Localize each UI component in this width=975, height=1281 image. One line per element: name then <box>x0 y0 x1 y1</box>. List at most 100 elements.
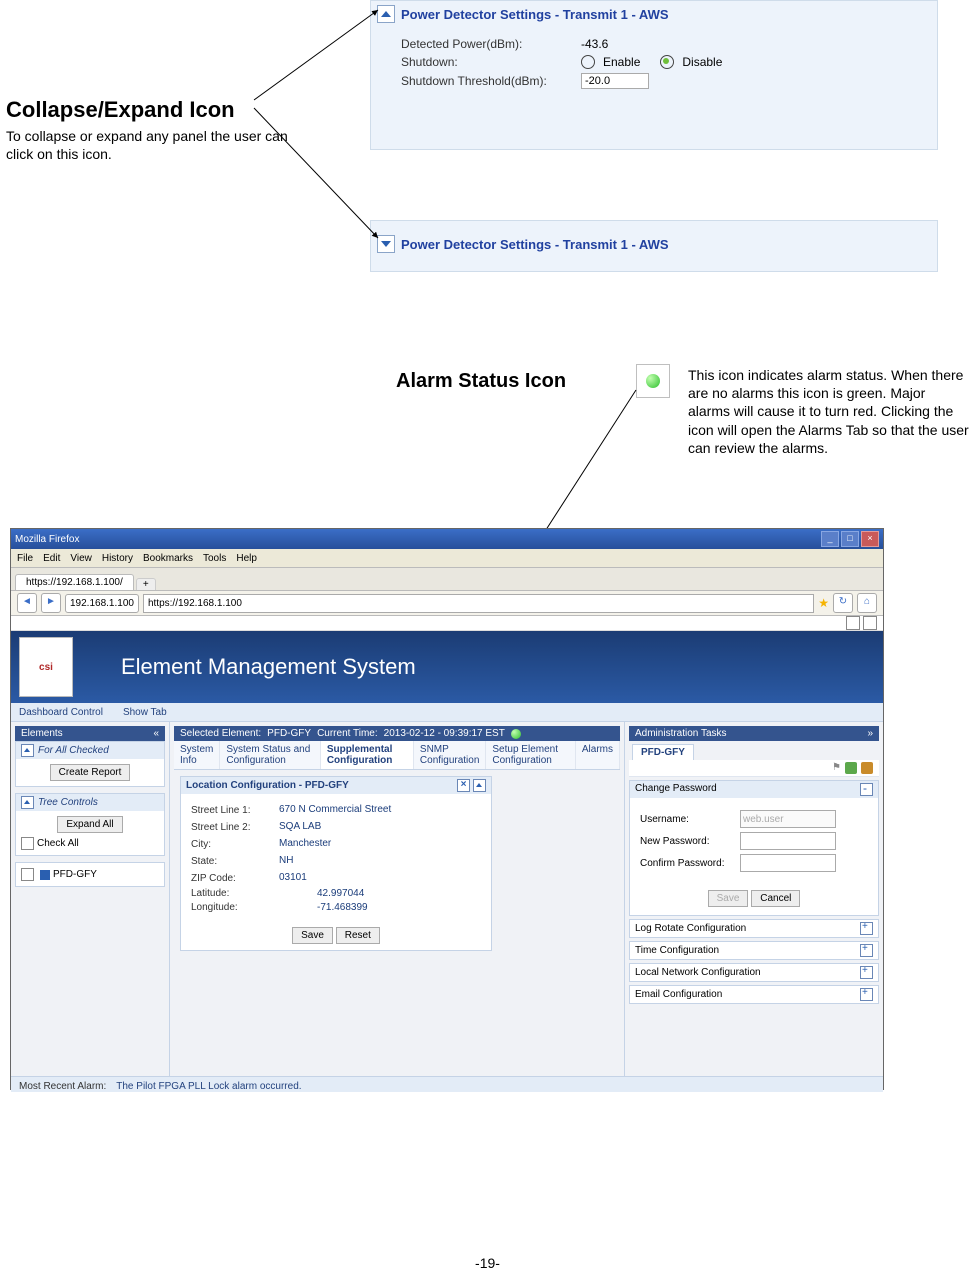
shutdown-label: Shutdown: <box>401 55 581 69</box>
ems-title: Element Management System <box>121 654 416 680</box>
city-input[interactable] <box>277 837 411 851</box>
node-icon <box>40 870 50 880</box>
panel-collapse-icon[interactable] <box>473 779 486 792</box>
for-all-collapse-icon[interactable] <box>21 744 34 757</box>
collapse-icon[interactable] <box>377 5 395 23</box>
tree-node[interactable]: PFD-GFY <box>53 869 97 880</box>
latitude-value: 42.997044 <box>317 888 364 899</box>
alarm-callout-heading: Alarm Status Icon <box>396 370 566 392</box>
chgpw-collapse-icon[interactable] <box>860 783 873 796</box>
page-number: -19- <box>0 1255 975 1271</box>
shutdown-enable-label: Enable <box>603 55 640 69</box>
browser-urlbar: ◄ ► 192.168.1.100 ★ ↻ ⌂ <box>11 591 883 616</box>
menu-tools[interactable]: Tools <box>203 553 226 564</box>
threshold-label: Shutdown Threshold(dBm): <box>401 74 581 88</box>
browser-window: Mozilla Firefox _ □ × File Edit View His… <box>10 528 884 1090</box>
expand-icon[interactable] <box>377 235 395 253</box>
dashboard-control[interactable]: Dashboard Control <box>19 707 103 718</box>
forward-button[interactable]: ► <box>41 593 61 613</box>
browser-tab[interactable]: https://192.168.1.100/ <box>15 574 134 590</box>
tab-snmp[interactable]: SNMP Configuration <box>414 741 486 769</box>
local-network-row[interactable]: Local Network Configuration <box>629 963 879 982</box>
alarm-callout-heading-wrap: Alarm Status Icon <box>396 368 566 394</box>
plus-icon[interactable] <box>860 988 873 1001</box>
panel2-title: Power Detector Settings - Transmit 1 - A… <box>401 237 669 252</box>
check-all-label: Check All <box>37 838 79 849</box>
collapse-callout-body: To collapse or expand any panel the user… <box>6 127 316 163</box>
confirm-password-input[interactable] <box>740 854 836 872</box>
maximize-button[interactable]: □ <box>841 531 859 547</box>
tab-supplemental[interactable]: Supplemental Configuration <box>321 741 414 769</box>
power-detector-panel-collapsed: Power Detector Settings - Transmit 1 - A… <box>370 220 938 272</box>
create-report-button[interactable]: Create Report <box>50 764 131 781</box>
street2-input[interactable] <box>277 820 411 834</box>
admin-tasks-header: Administration Tasks » <box>629 726 879 741</box>
collapse-callout: Collapse/Expand Icon To collapse or expa… <box>6 96 316 163</box>
dashboard-row: Dashboard Control Show Tab <box>11 703 883 722</box>
change-password-title: Change Password <box>635 783 717 796</box>
panel-close-icon[interactable]: × <box>457 779 470 792</box>
loc-reset-button[interactable]: Reset <box>336 927 380 944</box>
username-input <box>740 810 836 828</box>
check-all-checkbox[interactable] <box>21 837 34 850</box>
admin-icon-1[interactable] <box>845 762 857 774</box>
ems-banner: csi Element Management System <box>11 631 883 703</box>
close-button[interactable]: × <box>861 531 879 547</box>
panel1-title: Power Detector Settings - Transmit 1 - A… <box>401 7 669 22</box>
pw-save-button[interactable]: Save <box>708 890 749 907</box>
admin-element-tab[interactable]: PFD-GFY <box>632 744 694 760</box>
zip-input[interactable] <box>277 871 411 885</box>
street1-input[interactable] <box>277 803 411 817</box>
topbar-icon-1[interactable] <box>846 616 860 630</box>
tab-alarms[interactable]: Alarms <box>576 741 620 769</box>
menu-help[interactable]: Help <box>236 553 257 564</box>
email-config-row[interactable]: Email Configuration <box>629 985 879 1004</box>
log-rotate-row[interactable]: Log Rotate Configuration <box>629 919 879 938</box>
tab-setup-element[interactable]: Setup Element Configuration <box>486 741 575 769</box>
pw-cancel-button[interactable]: Cancel <box>751 890 800 907</box>
config-tabs: System Info System Status and Configurat… <box>174 741 620 770</box>
topbar-icon-2[interactable] <box>863 616 877 630</box>
for-all-checked: For All Checked <box>38 745 109 756</box>
time-config-row[interactable]: Time Configuration <box>629 941 879 960</box>
menu-edit[interactable]: Edit <box>43 553 60 564</box>
menu-file[interactable]: File <box>17 553 33 564</box>
bookmark-star-icon[interactable]: ★ <box>818 596 829 610</box>
alarm-status-icon[interactable] <box>511 729 521 739</box>
loc-save-button[interactable]: Save <box>292 927 333 944</box>
plus-icon[interactable] <box>860 944 873 957</box>
state-input[interactable] <box>277 854 411 868</box>
menu-bookmarks[interactable]: Bookmarks <box>143 553 193 564</box>
location-config-title: Location Configuration - PFD-GFY <box>186 780 349 791</box>
threshold-input[interactable] <box>581 73 649 89</box>
plus-icon[interactable] <box>860 922 873 935</box>
expand-all-button[interactable]: Expand All <box>57 816 122 833</box>
alarm-status-icon-box[interactable] <box>636 364 670 398</box>
minimize-button[interactable]: _ <box>821 531 839 547</box>
tree-collapse-icon[interactable] <box>21 796 34 809</box>
shutdown-disable-label: Disable <box>682 55 722 69</box>
back-button[interactable]: ◄ <box>17 593 37 613</box>
menu-history[interactable]: History <box>102 553 133 564</box>
longitude-value: -71.468399 <box>317 902 368 913</box>
show-tab[interactable]: Show Tab <box>123 707 167 718</box>
location-config-panel: Location Configuration - PFD-GFY × Stree… <box>180 776 492 951</box>
new-password-input[interactable] <box>740 832 836 850</box>
menu-view[interactable]: View <box>70 553 92 564</box>
url-input[interactable] <box>143 594 814 613</box>
alarm-status-dot-icon <box>646 374 660 388</box>
reload-button[interactable]: ↻ <box>833 593 853 613</box>
detected-power-label: Detected Power(dBm): <box>401 37 581 51</box>
home-button[interactable]: ⌂ <box>857 593 877 613</box>
node-checkbox[interactable] <box>21 868 34 881</box>
tab-system-info[interactable]: System Info <box>174 741 220 769</box>
identity-box[interactable]: 192.168.1.100 <box>65 594 139 613</box>
shutdown-disable-radio[interactable] <box>660 55 674 69</box>
detected-power-value: -43.6 <box>581 37 608 51</box>
tab-system-status[interactable]: System Status and Configuration <box>220 741 320 769</box>
shutdown-enable-radio[interactable] <box>581 55 595 69</box>
plus-icon[interactable] <box>860 966 873 979</box>
new-tab-button[interactable]: + <box>136 578 156 590</box>
admin-icon-2[interactable] <box>861 762 873 774</box>
content-topbar <box>11 616 883 631</box>
